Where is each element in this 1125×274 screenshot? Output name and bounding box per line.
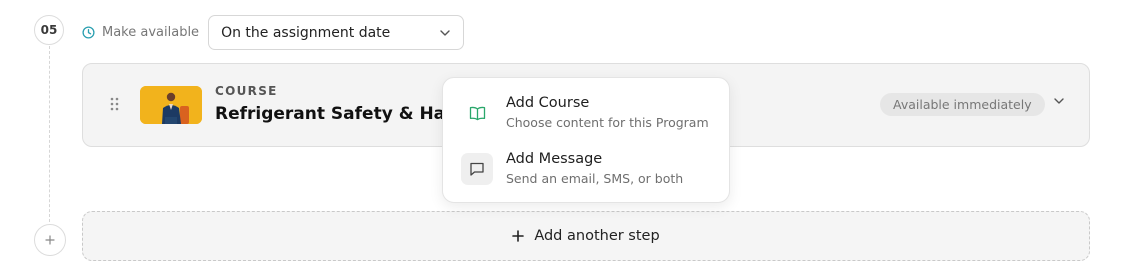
step-number-badge: 05 bbox=[34, 15, 64, 45]
plus-icon bbox=[45, 235, 55, 245]
message-square-icon bbox=[461, 153, 493, 185]
availability-dropdown[interactable]: On the assignment date bbox=[208, 15, 465, 50]
availability-row: Make available On the assignment date bbox=[82, 15, 465, 50]
availability-selected-value: On the assignment date bbox=[221, 24, 391, 41]
menu-item-add-course[interactable]: Add Course Choose content for this Progr… bbox=[461, 93, 721, 133]
menu-item-title: Add Message bbox=[506, 151, 603, 167]
menu-item-title: Add Course bbox=[506, 95, 590, 111]
drag-handle-icon[interactable] bbox=[110, 97, 119, 111]
course-thumbnail bbox=[140, 86, 202, 124]
menu-item-subtitle: Send an email, SMS, or both bbox=[506, 171, 684, 186]
plus-icon bbox=[512, 230, 525, 242]
make-available-label: Make available bbox=[102, 25, 200, 40]
timeline-connector bbox=[49, 46, 50, 222]
chevron-down-icon bbox=[439, 29, 451, 37]
menu-item-add-message[interactable]: Add Message Send an email, SMS, or both bbox=[461, 149, 721, 189]
add-another-step-button[interactable]: Add another step bbox=[82, 211, 1090, 261]
course-title: Refrigerant Safety & Han bbox=[215, 104, 458, 124]
menu-item-subtitle: Choose content for this Program bbox=[506, 115, 709, 130]
add-another-step-label: Add another step bbox=[534, 228, 660, 244]
expand-chevron-icon[interactable] bbox=[1053, 97, 1065, 105]
add-step-menu: Add Course Choose content for this Progr… bbox=[442, 77, 730, 203]
clock-icon bbox=[82, 26, 95, 39]
status-badge: Available immediately bbox=[880, 93, 1045, 116]
book-open-icon bbox=[461, 97, 493, 129]
course-type-label: COURSE bbox=[215, 84, 278, 98]
add-step-circle-button[interactable] bbox=[34, 224, 66, 256]
